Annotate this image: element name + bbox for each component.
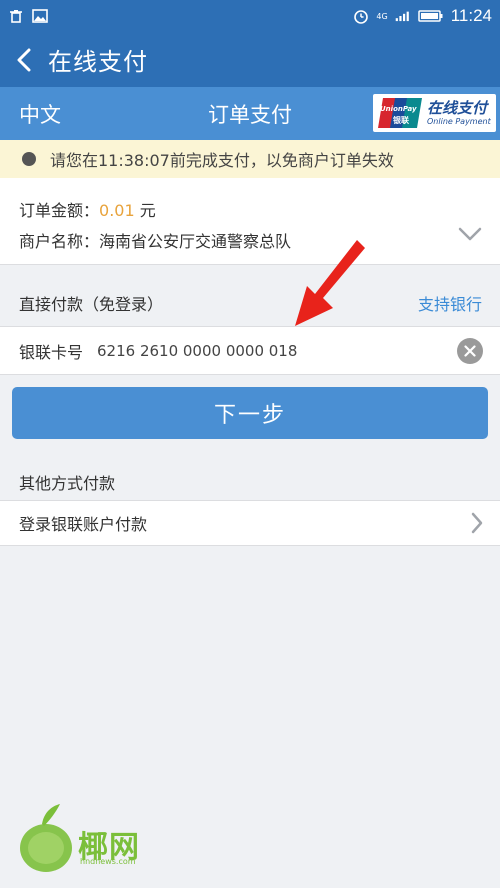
card-number-input[interactable]	[97, 335, 437, 366]
amount-value: 0.01	[99, 201, 135, 220]
amount-unit: 元	[139, 201, 156, 220]
unionpay-mark-icon: UnionPay 银联	[377, 97, 423, 129]
merchant-row: 商户名称：海南省公安厅交通警察总队	[19, 228, 291, 252]
app-bar: 在线支付	[0, 32, 500, 87]
clear-input-button[interactable]	[457, 337, 483, 364]
login-unionpay-option[interactable]: 登录银联账户付款	[0, 500, 500, 546]
app-title: 在线支付	[48, 48, 148, 76]
unionpay-brand-cn: 银联	[393, 116, 409, 125]
login-option-label: 登录银联账户付款	[19, 515, 148, 534]
card-number-label: 银联卡号	[19, 342, 84, 362]
notice-dot-icon	[22, 152, 36, 166]
online-pay-text: 在线支付	[427, 99, 488, 117]
status-bar: 4G 11:24	[0, 0, 500, 32]
next-step-button[interactable]: 下一步	[12, 387, 488, 439]
watermark-sub: hndnews.com	[80, 857, 136, 866]
clock-time: 11:24	[450, 6, 492, 25]
merchant-value: 海南省公安厅交通警察总队	[99, 232, 292, 251]
other-pay-label: 其他方式付款	[19, 474, 116, 493]
order-amount-row: 订单金额：0.01 元	[19, 197, 156, 221]
signal-icon	[395, 9, 411, 23]
alarm-icon	[353, 9, 369, 24]
amount-label: 订单金额：	[19, 201, 100, 220]
close-icon	[464, 344, 476, 357]
supported-banks-link[interactable]: 支持银行	[418, 291, 482, 315]
direct-pay-label: 直接付款（免登录）	[19, 295, 164, 314]
trash-icon	[8, 9, 24, 23]
unionpay-logo: UnionPay 银联 在线支付 Online Payment	[373, 94, 496, 132]
network-label: 4G	[376, 11, 388, 21]
order-info-panel[interactable]: 订单金额：0.01 元 商户名称：海南省公安厅交通警察总队	[0, 178, 500, 265]
pay-header: 中文 订单支付 UnionPay 银联 在线支付 Online Payment	[0, 87, 500, 140]
card-number-row: 银联卡号	[0, 326, 500, 375]
chevron-right-icon	[471, 512, 483, 534]
battery-icon	[417, 9, 444, 23]
unionpay-brand: UnionPay	[380, 105, 417, 113]
notice-text: 请您在11:38:07前完成支付，以免商户订单失效	[50, 151, 394, 170]
chevron-left-icon	[17, 48, 31, 71]
online-payment-text: Online Payment	[427, 117, 491, 126]
timeout-notice: 请您在11:38:07前完成支付，以免商户订单失效	[0, 140, 500, 178]
chevron-down-icon[interactable]	[458, 226, 482, 242]
image-icon	[32, 9, 48, 23]
merchant-label: 商户名称：	[19, 232, 100, 251]
back-button[interactable]	[0, 32, 48, 87]
annotation-arrow-icon	[295, 240, 365, 326]
